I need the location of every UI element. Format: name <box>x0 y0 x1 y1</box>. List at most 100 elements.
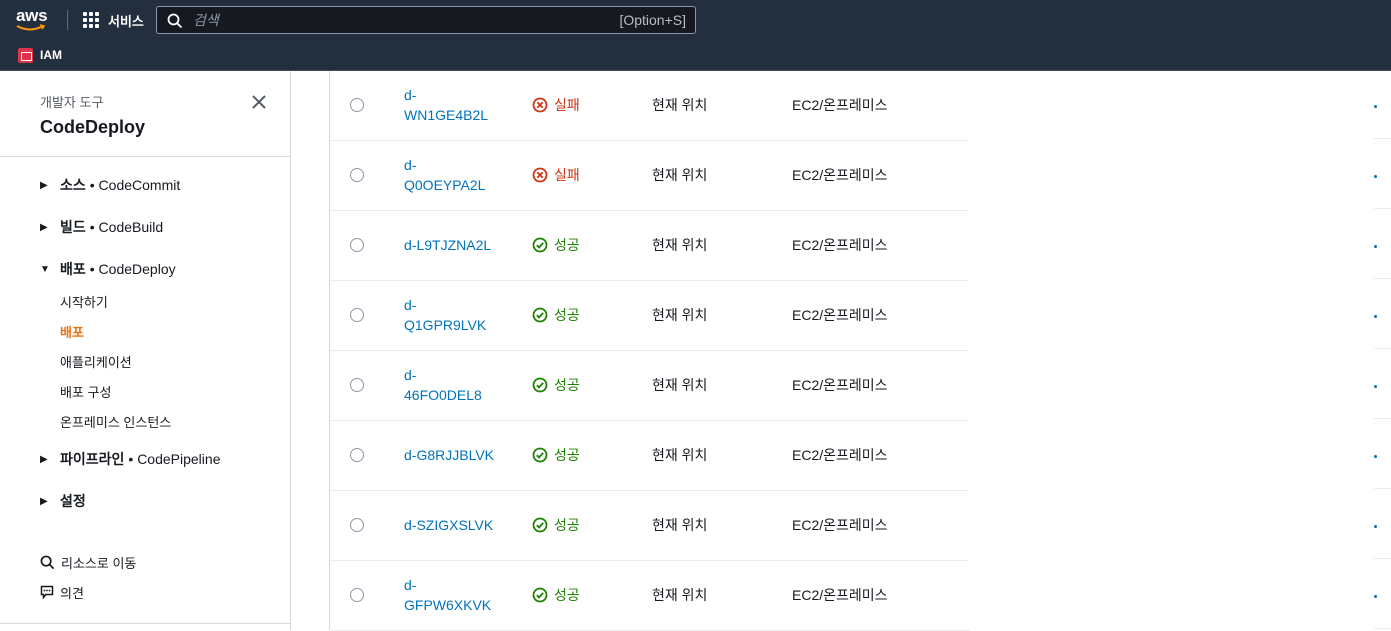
status-indicator: 실패 <box>532 95 580 115</box>
truncated-link-cell[interactable] <box>1374 595 1377 598</box>
caret-down-icon: ▼ <box>40 263 50 275</box>
deployment-type-cell: 현재 위치 <box>652 517 708 533</box>
row-select-radio[interactable] <box>350 448 364 462</box>
feedback-link[interactable]: 의견 <box>40 583 84 601</box>
search-input[interactable] <box>193 7 613 33</box>
side-navigation-title[interactable]: CodeDeploy <box>40 117 145 138</box>
feedback-label: 의견 <box>60 585 84 601</box>
status-text: 실패 <box>554 97 580 113</box>
section-source-service: • CodeCommit <box>89 177 181 193</box>
search-bar[interactable]: [Option+S] <box>156 6 696 34</box>
compute-platform-cell: EC2/온프레미스 <box>792 167 888 183</box>
section-build-label: 빌드 <box>60 219 86 235</box>
row-select-radio[interactable] <box>350 168 364 182</box>
row-select-radio[interactable] <box>350 238 364 252</box>
aws-smile-icon <box>16 24 46 31</box>
search-icon <box>167 13 183 29</box>
caret-right-icon: ▶ <box>40 221 48 233</box>
table-row[interactable]: d- Q1GPR9LVK 성공 현재 위치 EC2/온프레미스 <box>330 281 969 351</box>
section-deploy[interactable]: ▼ 배포 • CodeDeploy <box>40 259 176 279</box>
deployment-type-cell: 현재 위치 <box>652 307 708 323</box>
section-build-service: • CodeBuild <box>89 219 164 235</box>
compute-platform-cell: EC2/온프레미스 <box>792 447 888 463</box>
row-select-radio[interactable] <box>350 588 364 602</box>
table-row[interactable]: d- 46FO0DEL8 성공 현재 위치 EC2/온프레미스 <box>330 351 969 421</box>
truncated-link-cell[interactable] <box>1374 525 1377 528</box>
status-text: 성공 <box>554 447 580 463</box>
table-row[interactable]: d-G8RJJBLVK 성공 현재 위치 EC2/온프레미스 <box>330 421 969 491</box>
deployment-id-link[interactable]: d- Q1GPR9LVK <box>404 295 504 335</box>
status-indicator: 성공 <box>532 445 580 465</box>
deployment-id-line2: Q1GPR9LVK <box>404 317 487 333</box>
row-divider <box>1374 488 1391 489</box>
compute-platform-cell: EC2/온프레미스 <box>792 517 888 533</box>
deployment-id-link[interactable]: d- 46FO0DEL8 <box>404 365 504 405</box>
deployment-id-link[interactable]: d- Q0OEYPA2L <box>404 155 504 195</box>
deployment-id-link[interactable]: d- WN1GE4B2L <box>404 85 504 125</box>
goto-resource-link[interactable]: 리소스로 이동 <box>40 553 136 571</box>
nav-item-deployment-configs[interactable]: 배포 구성 <box>60 382 111 401</box>
row-divider <box>1374 278 1391 279</box>
truncated-link-cell[interactable] <box>1374 245 1377 248</box>
deployment-type-cell: 현재 위치 <box>652 447 708 463</box>
deployment-type-cell: 현재 위치 <box>652 97 708 113</box>
row-select-radio[interactable] <box>350 518 364 532</box>
table-row[interactable]: d- Q0OEYPA2L 실패 현재 위치 EC2/온프레미스 <box>330 141 969 211</box>
section-pipeline[interactable]: ▶ 파이프라인 • CodePipeline <box>40 449 220 469</box>
row-divider <box>1374 348 1391 349</box>
row-select-radio[interactable] <box>350 308 364 322</box>
close-icon[interactable] <box>249 92 269 112</box>
deployment-id-link[interactable]: d-SZIGXSLVK <box>404 515 504 535</box>
section-build[interactable]: ▶ 빌드 • CodeBuild <box>40 217 163 237</box>
side-navigation-header: 개발자 도구 CodeDeploy <box>0 71 290 157</box>
services-label: 서비스 <box>108 13 144 29</box>
deployment-id-link[interactable]: d- GFPW6XKVK <box>404 575 504 615</box>
row-select-radio[interactable] <box>350 378 364 392</box>
deployment-id-link[interactable]: d-G8RJJBLVK <box>404 445 504 465</box>
deployment-type-cell: 현재 위치 <box>652 237 708 253</box>
favorite-iam-label: IAM <box>40 48 62 62</box>
table-row[interactable]: d- GFPW6XKVK 성공 현재 위치 EC2/온프레미스 <box>330 561 969 631</box>
truncated-link-cell[interactable] <box>1374 175 1377 178</box>
side-navigation-divider <box>0 623 290 624</box>
row-select-radio[interactable] <box>350 98 364 112</box>
row-divider <box>1374 628 1391 629</box>
table-row[interactable]: d- WN1GE4B2L 실패 현재 위치 EC2/온프레미스 <box>330 71 969 141</box>
table-row[interactable]: d-SZIGXSLVK 성공 현재 위치 EC2/온프레미스 <box>330 491 969 561</box>
deployment-id-line1: d-L9TJZNA2L <box>404 237 492 253</box>
deployment-id-link[interactable]: d-L9TJZNA2L <box>404 235 504 255</box>
section-settings[interactable]: ▶ 설정 <box>40 491 86 511</box>
truncated-link-cell[interactable] <box>1374 105 1377 108</box>
nav-item-onprem-instances[interactable]: 온프레미스 인스턴스 <box>60 412 171 431</box>
error-circle-icon <box>532 167 548 183</box>
success-check-icon <box>532 377 548 393</box>
deployment-type-cell: 현재 위치 <box>652 167 708 183</box>
truncated-link-cell[interactable] <box>1374 315 1377 318</box>
status-text: 성공 <box>554 237 580 253</box>
row-divider <box>1374 138 1391 139</box>
section-source[interactable]: ▶ 소스 • CodeCommit <box>40 175 180 195</box>
grid-icon <box>83 11 100 29</box>
favorite-iam-link[interactable]: IAM <box>18 46 62 64</box>
status-indicator: 성공 <box>532 585 580 605</box>
row-divider <box>1374 418 1391 419</box>
nav-item-applications[interactable]: 애플리케이션 <box>60 352 132 371</box>
deployment-id-line2: GFPW6XKVK <box>404 597 492 613</box>
truncated-link-cell[interactable] <box>1374 385 1377 388</box>
aws-logo[interactable]: aws <box>16 7 52 33</box>
deployment-id-line1: d- <box>404 577 417 593</box>
deployment-id-line1: d- <box>404 367 417 383</box>
success-check-icon <box>532 587 548 603</box>
services-menu-button[interactable]: 서비스 <box>83 9 144 31</box>
table-row[interactable]: d-L9TJZNA2L 성공 현재 위치 EC2/온프레미스 <box>330 211 969 281</box>
compute-platform-cell: EC2/온프레미스 <box>792 587 888 603</box>
nav-item-getting-started[interactable]: 시작하기 <box>60 292 108 311</box>
nav-item-deployments[interactable]: 배포 <box>60 322 84 341</box>
side-navigation: 개발자 도구 CodeDeploy ▶ 소스 • CodeCommit ▶ 빌드… <box>0 71 291 630</box>
row-divider <box>1374 558 1391 559</box>
compute-platform-cell: EC2/온프레미스 <box>792 97 888 113</box>
status-text: 실패 <box>554 167 580 183</box>
caret-right-icon: ▶ <box>40 179 48 191</box>
truncated-link-cell[interactable] <box>1374 455 1377 458</box>
section-source-label: 소스 <box>60 177 86 193</box>
